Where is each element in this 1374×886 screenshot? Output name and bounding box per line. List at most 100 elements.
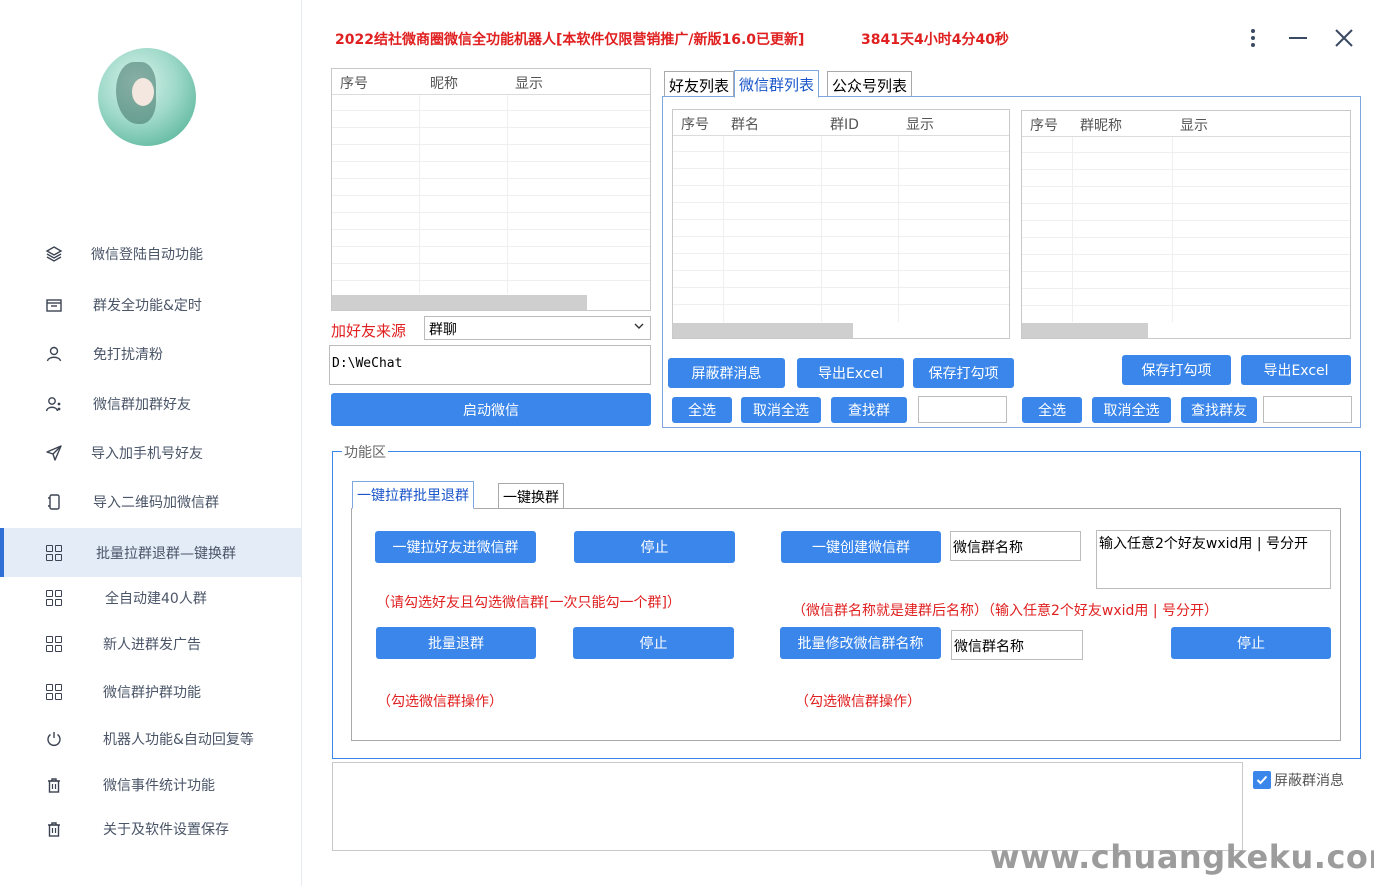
wxid-input[interactable]: 输入任意2个好友wxid用 | 号分开 [1096, 530, 1331, 589]
tab-official-accounts[interactable]: 公众号列表 [827, 71, 913, 97]
find-group-button[interactable]: 查找群 [831, 397, 907, 423]
sidebar-item-batch-group[interactable]: 批量拉群退群—键换群 [0, 528, 301, 577]
create-note: （微信群名称就是建群后名称）（输入任意2个好友wxid用 | 号分开） [792, 603, 1219, 619]
select-all-members-button[interactable]: 全选 [1022, 397, 1082, 423]
sidebar-item-broadcast[interactable]: 群发全功能&定时 [0, 282, 301, 328]
deselect-groups-button[interactable]: 取消全选 [741, 397, 821, 423]
tab-switch-group[interactable]: 一键换群 [498, 483, 564, 509]
deselect-members-button[interactable]: 取消全选 [1092, 397, 1171, 423]
create-group-button[interactable]: 一键创建微信群 [781, 531, 941, 563]
group-list[interactable]: 序号 群名 群ID 显示 [672, 109, 1010, 339]
sidebar-item-label: 全自动建40人群 [105, 591, 207, 607]
sidebar-item-label: 微信群加群好友 [93, 397, 191, 413]
horizontal-scrollbar[interactable] [332, 295, 587, 310]
sidebar-item-import-phone[interactable]: 导入加手机号好友 [0, 430, 301, 476]
source-label: 加好友来源 [331, 322, 407, 340]
source-select-value: 群聊 [429, 322, 457, 338]
sidebar-item-label: 新人进群发广告 [103, 637, 201, 653]
stop-rename-button[interactable]: 停止 [1171, 627, 1331, 659]
sidebar-item-clean-fans[interactable]: 免打扰清粉 [0, 331, 301, 377]
group-search-input[interactable] [918, 396, 1007, 423]
checkbox-label: 屏蔽群消息 [1274, 773, 1344, 789]
sidebar-item-import-qrcode[interactable]: 导入二维码加微信群 [0, 479, 301, 525]
grid-icon [44, 682, 64, 702]
group-name-field[interactable]: 微信群名称 [950, 531, 1081, 561]
sidebar-item-label: 微信事件统计功能 [103, 778, 215, 794]
column-header[interactable]: 群ID [830, 114, 859, 134]
sidebar-item-group-add-friends[interactable]: 微信群加群好友 [0, 381, 301, 427]
uptime-counter: 3841天4小时4分40秒 [861, 32, 1009, 48]
horizontal-scrollbar[interactable] [673, 323, 853, 338]
tab-friends[interactable]: 好友列表 [664, 71, 735, 97]
sidebar-item-robot[interactable]: 机器人功能&自动回复等 [0, 716, 301, 762]
sidebar-item-label: 微信登陆自动功能 [91, 247, 203, 263]
export-groups-excel-button[interactable]: 导出Excel [797, 358, 904, 388]
column-header[interactable]: 显示 [515, 73, 543, 93]
sidebar-item-label: 免打扰清粉 [93, 347, 163, 363]
sidebar-item-label: 关于及软件设置保存 [103, 822, 229, 838]
column-header[interactable]: 显示 [1180, 115, 1208, 135]
sidebar-item-auto-40[interactable]: 全自动建40人群 [0, 575, 301, 621]
select-all-groups-button[interactable]: 全选 [672, 397, 732, 423]
source-select[interactable]: 群聊 [424, 316, 651, 340]
batch-quit-button[interactable]: 批量退群 [376, 627, 536, 659]
column-header[interactable]: 显示 [906, 114, 934, 134]
batch-rename-button[interactable]: 批量修改微信群名称 [780, 627, 941, 659]
column-header[interactable]: 群昵称 [1080, 115, 1122, 135]
quit-note: （勾选微信群操作） [377, 694, 503, 710]
sidebar-item-label: 导入加手机号好友 [91, 446, 203, 462]
wechat-path-field[interactable]: D:\WeChat [329, 345, 651, 385]
trash-icon [44, 819, 64, 839]
pull-note: （请勾选好友且勾选微信群[一次只能勾一个群]） [376, 595, 681, 611]
list-header: 序号 群名 群ID 显示 [673, 110, 1009, 136]
block-messages-checkbox[interactable]: 屏蔽群消息 [1253, 770, 1344, 790]
users-icon [44, 394, 64, 414]
sidebar-item-label: 批量拉群退群—键换群 [96, 545, 236, 562]
column-header[interactable]: 序号 [1030, 115, 1058, 135]
send-icon [44, 443, 64, 463]
save-checked-members-button[interactable]: 保存打勾项 [1122, 355, 1231, 385]
find-member-button[interactable]: 查找群友 [1181, 397, 1257, 423]
member-search-input[interactable] [1263, 396, 1352, 423]
block-group-messages-button[interactable]: 屏蔽群消息 [668, 358, 785, 388]
list-header: 序号 群昵称 显示 [1022, 111, 1350, 137]
sidebar-item-label: 机器人功能&自动回复等 [103, 732, 254, 748]
folder-icon [44, 295, 64, 315]
pull-friends-into-group-button[interactable]: 一键拉好友进微信群 [375, 531, 536, 563]
function-area-legend: 功能区 [342, 442, 388, 462]
export-members-excel-button[interactable]: 导出Excel [1241, 355, 1351, 385]
rename-note: （勾选微信群操作） [795, 694, 921, 710]
grid-icon [44, 634, 64, 654]
sidebar-item-newcomer-ad[interactable]: 新人进群发广告 [0, 621, 301, 667]
horizontal-scrollbar[interactable] [1022, 323, 1148, 338]
more-vertical-icon[interactable] [1241, 26, 1265, 50]
sidebar-item-label: 微信群护群功能 [103, 685, 201, 701]
sidebar-item-label: 群发全功能&定时 [93, 298, 202, 314]
trash-icon [44, 775, 64, 795]
phone-icon [44, 492, 64, 512]
stop-pull-button[interactable]: 停止 [574, 531, 735, 563]
tab-batch-pull-quit[interactable]: 一键拉群批里退群 [352, 481, 474, 509]
grid-icon [44, 543, 64, 563]
tab-groups[interactable]: 微信群列表 [734, 70, 820, 98]
stop-quit-button[interactable]: 停止 [573, 627, 734, 659]
grid-icon [44, 588, 64, 608]
column-header[interactable]: 序号 [681, 114, 709, 134]
column-header[interactable]: 群名 [731, 114, 759, 134]
column-header[interactable]: 序号 [340, 73, 368, 93]
start-wechat-button[interactable]: 启动微信 [331, 393, 651, 426]
power-icon [44, 729, 64, 749]
sidebar-item-about[interactable]: 关于及软件设置保存 [0, 806, 301, 852]
sidebar-item-login[interactable]: 微信登陆自动功能 [0, 231, 301, 277]
close-icon[interactable] [1332, 26, 1356, 50]
save-checked-groups-button[interactable]: 保存打勾项 [913, 358, 1014, 388]
checkbox-check-icon[interactable] [1253, 771, 1271, 789]
avatar [98, 48, 196, 146]
sidebar-item-stats[interactable]: 微信事件统计功能 [0, 762, 301, 808]
minimize-icon[interactable] [1286, 26, 1310, 50]
sidebar-item-group-guard[interactable]: 微信群护群功能 [0, 669, 301, 715]
column-header[interactable]: 昵称 [430, 73, 458, 93]
friend-list[interactable]: 序号 昵称 显示 [331, 68, 651, 311]
rename-field[interactable]: 微信群名称 [951, 630, 1083, 660]
member-list[interactable]: 序号 群昵称 显示 [1021, 110, 1351, 339]
